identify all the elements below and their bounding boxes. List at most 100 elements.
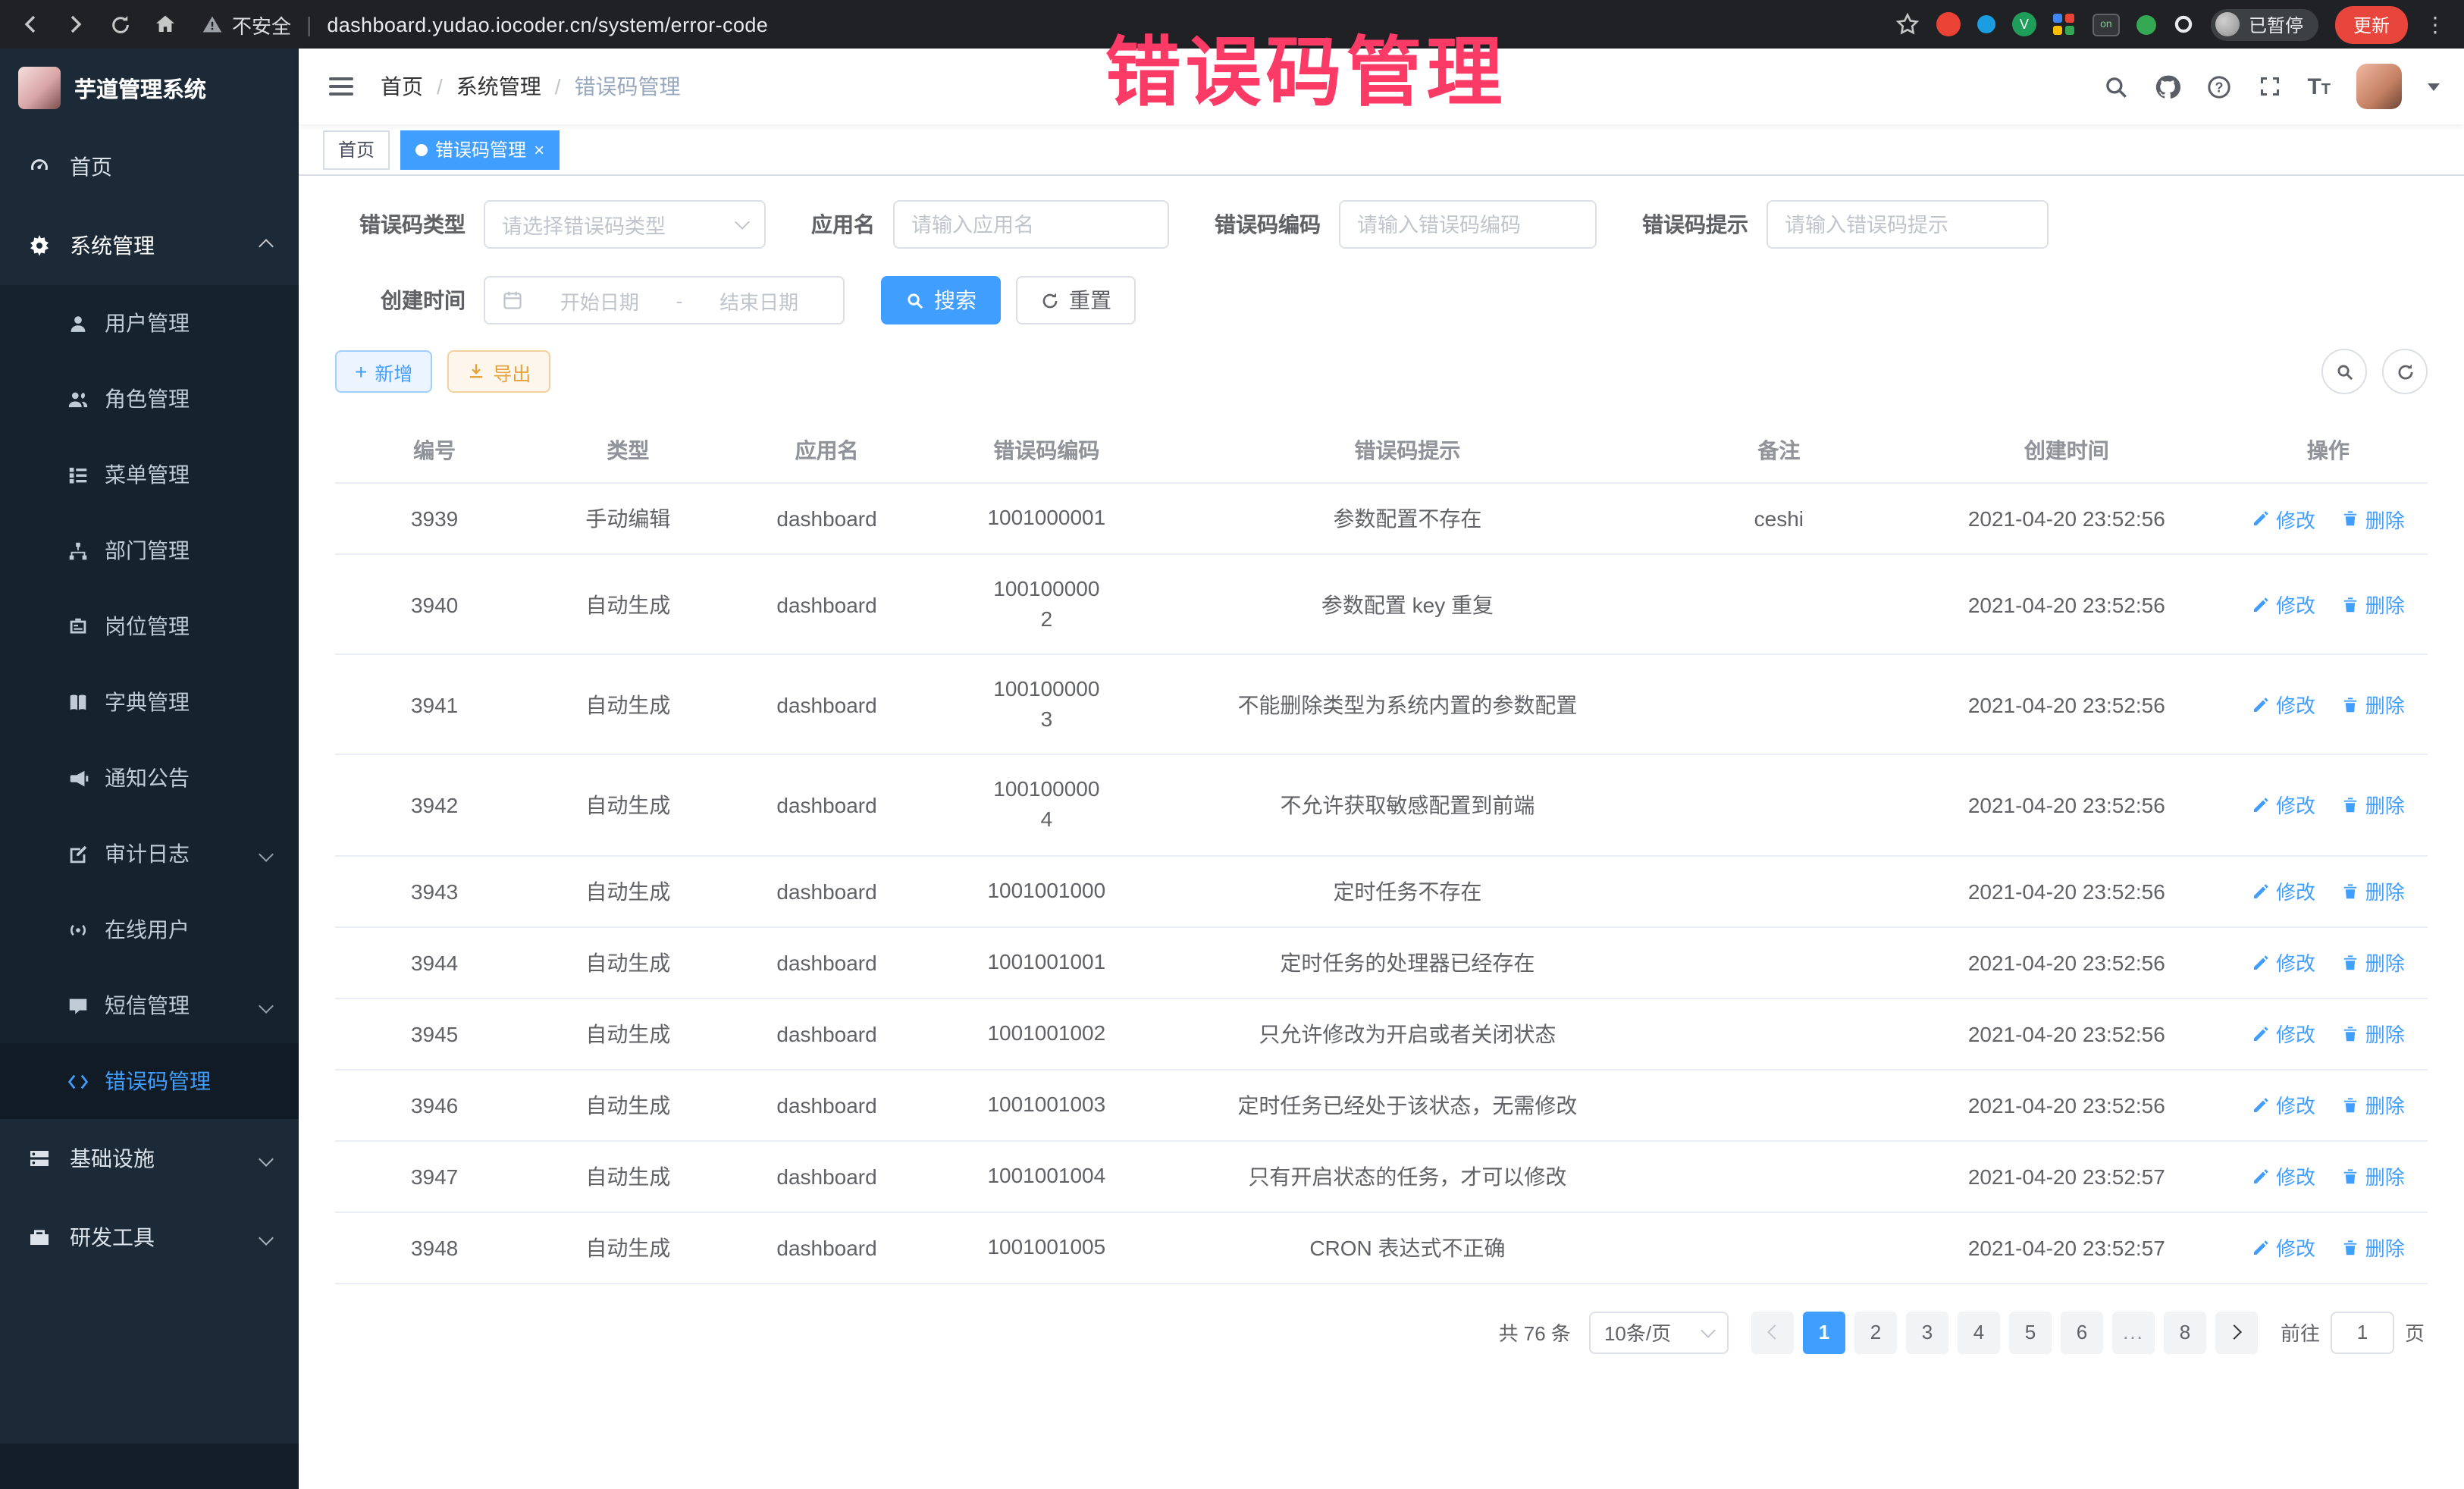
pager-page-button-6[interactable]: 6 (2061, 1311, 2103, 1353)
delete-link[interactable]: 删除 (2341, 791, 2405, 820)
next-page-button[interactable] (2215, 1311, 2258, 1353)
sidebar-collapse-bar[interactable] (0, 1444, 299, 1489)
edit-link[interactable]: 修改 (2252, 948, 2315, 976)
toggle-search-button[interactable] (2321, 349, 2367, 394)
edit-link[interactable]: 修改 (2252, 691, 2315, 719)
edit-link[interactable]: 修改 (2252, 1019, 2315, 1048)
cell-operations: 修改 删除 (2229, 855, 2428, 926)
extension-drop-icon[interactable] (1977, 15, 1995, 33)
sidebar-menu: 首页 系统管理 用户管理 角色管理 (0, 127, 299, 1277)
sidebar-item-home[interactable]: 首页 (0, 127, 299, 206)
pagination: 共 76 条 10条/页 123456...8 前往 页 (335, 1311, 2428, 1353)
font-size-icon[interactable]: TT (2307, 75, 2331, 98)
date-range-picker[interactable]: 开始日期 - 结束日期 (484, 276, 845, 324)
delete-link[interactable]: 删除 (2341, 691, 2405, 719)
sidebar-item-online-users[interactable]: 在线用户 (0, 892, 299, 967)
sidebar-item-error-code[interactable]: 错误码管理 (0, 1043, 299, 1119)
edit-link[interactable]: 修改 (2252, 876, 2315, 905)
edit-link[interactable]: 修改 (2252, 504, 2315, 533)
error-type-select[interactable]: 请选择错误码类型 (484, 200, 766, 249)
table-row: 3943 自动生成 dashboard 1001001000 定时任务不存在 2… (335, 855, 2428, 926)
page-size-select[interactable]: 10条/页 (1589, 1311, 1729, 1353)
tag-close-icon[interactable]: × (534, 140, 544, 158)
delete-link[interactable]: 删除 (2341, 590, 2405, 619)
sidebar-item-menu-mgmt[interactable]: 菜单管理 (0, 437, 299, 513)
edit-link[interactable]: 修改 (2252, 791, 2315, 820)
extension-knot-icon[interactable] (2173, 14, 2194, 35)
browser-update-button[interactable]: 更新 (2335, 5, 2408, 43)
sidebar-item-notice[interactable]: 通知公告 (0, 740, 299, 816)
sidebar-item-system[interactable]: 系统管理 (0, 206, 299, 285)
toolbox-icon (27, 1225, 52, 1249)
delete-link[interactable]: 删除 (2341, 1090, 2405, 1119)
pager-page-button-3[interactable]: 3 (1906, 1311, 1948, 1353)
delete-link[interactable]: 删除 (2341, 876, 2405, 905)
help-icon[interactable]: ? (2205, 74, 2231, 99)
refresh-table-button[interactable] (2382, 349, 2428, 394)
user-avatar[interactable] (2356, 64, 2402, 109)
reset-button[interactable]: 重置 (1016, 276, 1136, 324)
logo[interactable]: 芋道管理系统 (0, 49, 299, 127)
reload-icon[interactable] (109, 13, 132, 36)
search-button[interactable]: 搜索 (881, 276, 1001, 324)
pager-page-button-1[interactable]: 1 (1803, 1311, 1845, 1353)
error-code-input[interactable] (1339, 200, 1597, 249)
sidebar-item-user-mgmt[interactable]: 用户管理 (0, 285, 299, 361)
address-bar[interactable]: dashboard.yudao.iocoder.cn/system/error-… (327, 13, 768, 36)
extension-grid-icon[interactable] (2053, 13, 2076, 36)
sidebar-item-audit-log[interactable]: 审计日志 (0, 816, 299, 892)
pager-page-button-8[interactable]: 8 (2164, 1311, 2206, 1353)
security-status[interactable]: 不安全 (202, 10, 291, 39)
edit-link[interactable]: 修改 (2252, 1161, 2315, 1190)
forward-icon[interactable] (64, 12, 88, 36)
sidebar-item-infra[interactable]: 基础设施 (0, 1119, 299, 1198)
delete-link[interactable]: 删除 (2341, 1019, 2405, 1048)
pager-page-button-4[interactable]: 4 (1958, 1311, 2000, 1353)
sidebar-item-sms-mgmt[interactable]: 短信管理 (0, 967, 299, 1043)
extension-leaf-icon[interactable] (2136, 14, 2156, 34)
delete-link[interactable]: 删除 (2341, 1161, 2405, 1190)
edit-link[interactable]: 修改 (2252, 590, 2315, 619)
prev-page-button[interactable] (1751, 1311, 1794, 1353)
profile-paused-badge[interactable]: 已暂停 (2211, 8, 2318, 40)
extension-v-icon[interactable]: V (2012, 12, 2036, 36)
search-icon (905, 290, 925, 310)
browser-menu-icon[interactable]: ⋮ (2425, 11, 2446, 37)
delete-link[interactable]: 删除 (2341, 1233, 2405, 1262)
cell-remark (1654, 755, 1904, 855)
add-button[interactable]: + 新增 (335, 350, 432, 393)
sidebar-item-role-mgmt[interactable]: 角色管理 (0, 361, 299, 437)
screen: 不安全 | dashboard.yudao.iocoder.cn/system/… (0, 0, 2464, 1489)
sidebar-item-tools[interactable]: 研发工具 (0, 1198, 299, 1277)
tag-error-code[interactable]: 错误码管理 × (400, 130, 560, 169)
delete-link[interactable]: 删除 (2341, 948, 2405, 976)
extension-on-badge-icon[interactable]: on (2093, 13, 2120, 36)
github-icon[interactable] (2154, 74, 2180, 99)
hamburger-icon[interactable] (323, 71, 359, 102)
pager-page-button-2[interactable]: 2 (1854, 1311, 1897, 1353)
goto-page-input[interactable] (2331, 1311, 2394, 1353)
breadcrumb-home[interactable]: 首页 (381, 71, 423, 102)
breadcrumb-system[interactable]: 系统管理 (456, 71, 541, 102)
edit-link[interactable]: 修改 (2252, 1090, 2315, 1119)
sidebar-item-dict-mgmt[interactable]: 字典管理 (0, 664, 299, 740)
bookmark-star-icon[interactable] (1895, 12, 1920, 36)
delete-link[interactable]: 删除 (2341, 504, 2405, 533)
page-unit-label: 页 (2405, 1318, 2425, 1346)
home-icon[interactable] (153, 12, 177, 36)
error-msg-input[interactable] (1766, 200, 2049, 249)
export-button[interactable]: 导出 (447, 350, 550, 393)
app-name-input[interactable] (893, 200, 1169, 249)
extension-red-icon[interactable] (1936, 12, 1961, 36)
edit-link[interactable]: 修改 (2252, 1233, 2315, 1262)
tag-home[interactable]: 首页 (323, 130, 390, 169)
start-date-placeholder: 开始日期 (532, 286, 667, 315)
sidebar-item-dept-mgmt[interactable]: 部门管理 (0, 513, 299, 588)
pager-page-button-5[interactable]: 5 (2009, 1311, 2052, 1353)
fullscreen-icon[interactable] (2257, 74, 2281, 99)
back-icon[interactable] (18, 12, 42, 36)
search-icon[interactable] (2102, 74, 2128, 99)
sidebar-item-post-mgmt[interactable]: 岗位管理 (0, 588, 299, 664)
caret-down-icon[interactable] (2428, 83, 2440, 90)
pager-more-button[interactable]: ... (2112, 1311, 2155, 1353)
